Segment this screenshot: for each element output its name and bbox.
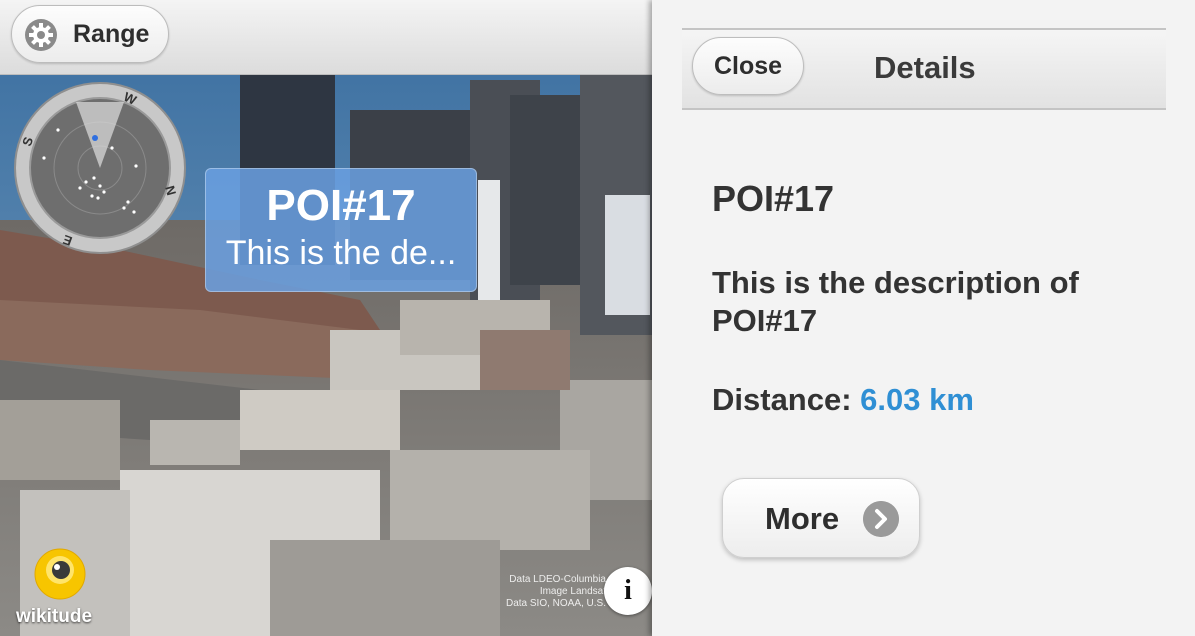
range-button-label: Range xyxy=(73,20,150,48)
poi-title: POI#17 xyxy=(712,178,835,219)
poi-distance: Distance: 6.03 km xyxy=(712,382,974,418)
wikitude-logo: wikitude xyxy=(14,548,106,632)
details-header-title: Details xyxy=(874,50,976,85)
ar-camera-view[interactable]: Range W N E S POI#17 This is the de... w… xyxy=(0,0,652,636)
wikitude-eye-icon xyxy=(34,548,86,600)
more-button-label: More xyxy=(765,501,840,536)
radar-compass-icon: W N E S xyxy=(14,82,186,254)
close-button[interactable]: Close xyxy=(692,37,804,95)
more-button[interactable]: More xyxy=(722,478,920,558)
info-button[interactable]: i xyxy=(604,567,652,615)
gear-icon xyxy=(25,19,57,51)
poi-marker-label[interactable]: POI#17 This is the de... xyxy=(205,168,477,292)
poi-marker-description: This is the de... xyxy=(225,234,457,272)
chevron-right-icon xyxy=(863,501,899,537)
range-button[interactable]: Range xyxy=(11,5,169,63)
distance-value: 6.03 km xyxy=(860,382,974,417)
credit-line: Data LDEO-Columbia xyxy=(509,574,606,585)
credit-line: Image Landsat xyxy=(539,586,606,597)
ar-toolbar: Range xyxy=(0,0,652,75)
distance-label: Distance: xyxy=(712,382,852,417)
poi-marker-title: POI#17 xyxy=(266,181,416,230)
poi-description: This is the description of POI#17 xyxy=(712,265,1079,338)
details-panel: Close Details POI#17 This is the descrip… xyxy=(652,0,1195,636)
wikitude-logo-text: wikitude xyxy=(16,606,93,627)
credit-line: Data SIO, NOAA, U.S. xyxy=(505,598,606,609)
map-data-credit: Data LDEO-Columbia Image Landsat Data SI… xyxy=(486,574,606,610)
details-header: Close Details xyxy=(682,28,1166,110)
